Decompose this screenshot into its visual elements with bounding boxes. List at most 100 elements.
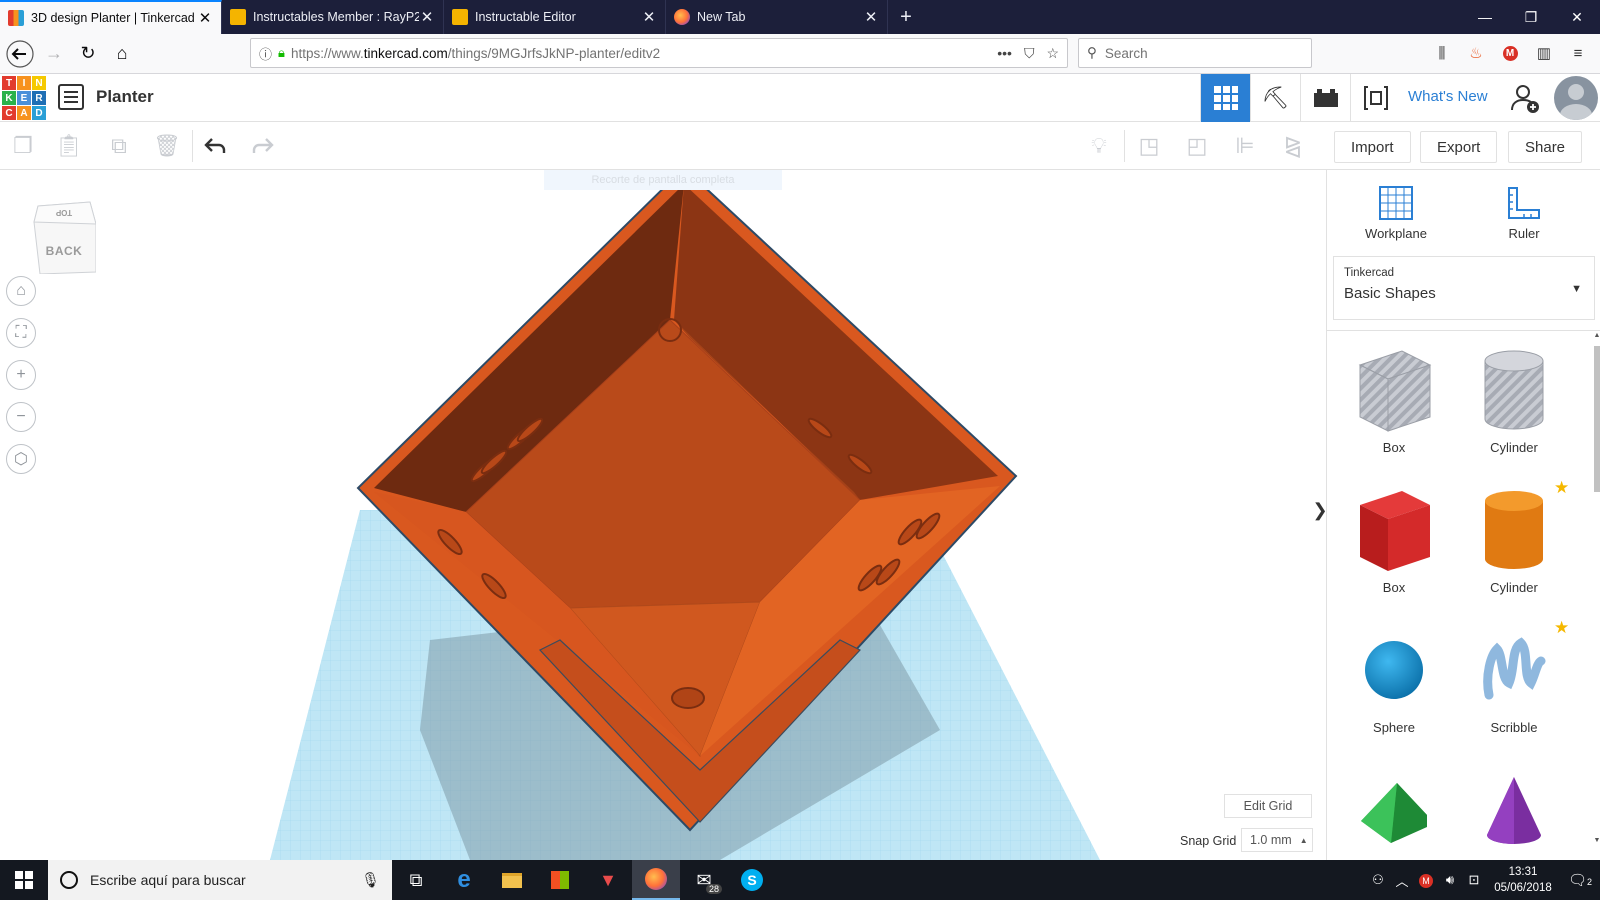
redo-icon[interactable] <box>240 122 286 170</box>
tab-tinkercad[interactable]: 3D design Planter | Tinkercad ✕ <box>0 0 222 34</box>
copy-icon[interactable]: ❐ <box>0 122 46 170</box>
paste-icon[interactable]: 📋︎ <box>46 122 92 170</box>
file-explorer-icon[interactable] <box>488 860 536 900</box>
tab-new-tab[interactable]: New Tab ✕ <box>666 0 888 34</box>
task-view-icon[interactable]: ⧉ <box>392 860 440 900</box>
scroll-up-arrow-icon[interactable]: ▲ <box>1593 332 1600 339</box>
share-button[interactable]: Share <box>1508 131 1583 163</box>
pocket-icon[interactable]: ⛉ <box>1024 45 1035 62</box>
scrollbar-thumb[interactable] <box>1594 346 1600 492</box>
ungroup-icon[interactable]: ◰ <box>1174 122 1220 170</box>
user-avatar[interactable] <box>1554 76 1598 120</box>
codeblocks-icon[interactable] <box>1350 74 1400 122</box>
network-icon[interactable]: ⊡ <box>1462 872 1486 888</box>
search-input[interactable]: ⚲ Search <box>1078 38 1312 68</box>
skype-icon[interactable]: S <box>728 860 776 900</box>
microphone-icon[interactable]: 🎙︎ <box>361 871 380 889</box>
show-hidden-icons-icon[interactable]: ︿ <box>1390 871 1414 890</box>
taskbar-search-input[interactable]: Escribe aquí para buscar 🎙︎ <box>48 860 392 900</box>
bookmark-star-icon[interactable]: ☆ <box>1046 45 1059 62</box>
export-button[interactable]: Export <box>1420 131 1498 163</box>
shape-library-select[interactable]: Tinkercad Basic Shapes ▼ <box>1333 256 1595 320</box>
design-list-menu-icon[interactable] <box>58 84 84 110</box>
favorite-star-icon[interactable]: ★ <box>1554 618 1569 638</box>
hamburger-menu-icon[interactable]: ≡ <box>1564 38 1592 68</box>
shape-cylinder-hole[interactable]: Cylinder <box>1459 340 1569 455</box>
reload-button[interactable]: ↻ <box>72 38 104 70</box>
gmail-extension-icon[interactable]: M <box>1496 38 1524 68</box>
delete-icon[interactable]: 🗑︎ <box>144 122 190 170</box>
start-button[interactable] <box>0 860 48 900</box>
back-button[interactable] <box>4 38 36 70</box>
mirror-icon[interactable]: ⧎ <box>1270 122 1316 170</box>
group-icon[interactable]: ◳ <box>1126 122 1172 170</box>
shapes-scrollbar[interactable]: ▲ ▼ <box>1593 330 1600 860</box>
panel-collapse-button[interactable]: ❯ <box>1310 488 1326 532</box>
align-icon[interactable]: ⊫ <box>1222 122 1268 170</box>
minimize-icon[interactable]: — <box>1462 0 1508 34</box>
duplicate-icon[interactable]: ⧉ <box>96 122 142 170</box>
close-tab-icon[interactable]: ✕ <box>197 9 213 27</box>
fit-view-button[interactable]: ⛶ <box>6 318 36 348</box>
forward-button[interactable]: → <box>38 38 70 70</box>
shape-box-hole[interactable]: Box <box>1339 340 1449 455</box>
restore-icon[interactable]: ❐ <box>1508 0 1554 34</box>
scroll-down-arrow-icon[interactable]: ▼ <box>1593 837 1600 844</box>
edge-browser-icon[interactable]: e <box>440 860 488 900</box>
sidebar-icon[interactable]: ▥ <box>1530 38 1558 68</box>
close-tab-icon[interactable]: ✕ <box>863 8 879 26</box>
firefox-taskbar-icon[interactable] <box>632 860 680 900</box>
info-icon[interactable]: ⓘ <box>259 44 272 63</box>
bricks-icon[interactable] <box>1300 74 1350 122</box>
favorite-star-icon[interactable]: ★ <box>1554 478 1569 498</box>
people-icon[interactable]: ⚇ <box>1366 872 1390 888</box>
new-tab-button[interactable]: + <box>888 0 924 34</box>
tinkercad-logo[interactable]: T I N K E R C A D <box>2 76 46 120</box>
ruler-button[interactable]: Ruler <box>1469 180 1579 241</box>
windows-taskbar: Escribe aquí para buscar 🎙︎ ⧉ e ▼ ✉ 28 S … <box>0 860 1600 900</box>
action-center-icon[interactable]: 🗨︎2 <box>1560 871 1600 889</box>
extension-fire-icon[interactable]: ♨ <box>1462 38 1490 68</box>
tab-instructables-member[interactable]: Instructables Member : RayP24 ✕ <box>222 0 444 34</box>
workplane-viewport[interactable]: Recorte de pantalla completa TOP BACK ⌂ … <box>0 170 1326 860</box>
tab-instructable-editor[interactable]: Instructable Editor ✕ <box>444 0 666 34</box>
undo-icon[interactable] <box>192 122 238 170</box>
ortho-view-button[interactable]: ⬡ <box>6 444 36 474</box>
edit-grid-button[interactable]: Edit Grid <box>1224 794 1312 818</box>
clock-date: 05/06/2018 <box>1494 882 1552 894</box>
url-bar[interactable]: ⓘ 🔒︎ https://www.tinkercad.com/things/9M… <box>250 38 1068 68</box>
whats-new-link[interactable]: What's New <box>1408 88 1488 105</box>
zoom-out-button[interactable]: − <box>6 402 36 432</box>
shape-cone[interactable] <box>1459 760 1569 860</box>
popcorn-app-icon[interactable]: ▼ <box>584 860 632 900</box>
workplane-scene[interactable] <box>0 170 1326 860</box>
3d-view-grid-icon[interactable] <box>1200 74 1250 122</box>
home-button[interactable]: ⌂ <box>106 38 138 70</box>
import-button[interactable]: Import <box>1334 131 1411 163</box>
volume-icon[interactable]: 🔊︎ <box>1438 872 1462 888</box>
workplane-button[interactable]: Workplane <box>1341 180 1451 241</box>
close-tab-icon[interactable]: ✕ <box>641 8 657 26</box>
snap-grid-select[interactable]: 1.0 mm ▲ <box>1241 828 1313 852</box>
shape-box[interactable]: Box <box>1339 480 1449 595</box>
shape-roof[interactable] <box>1339 760 1449 860</box>
gmail-tray-icon[interactable]: M <box>1414 872 1438 888</box>
logo-letter: C <box>2 106 16 120</box>
shape-sphere[interactable]: Sphere <box>1339 620 1449 735</box>
design-title[interactable]: Planter <box>96 87 154 107</box>
clock[interactable]: 13:31 05/06/2018 <box>1486 864 1560 896</box>
home-view-button[interactable]: ⌂ <box>6 276 36 306</box>
close-window-icon[interactable]: ✕ <box>1554 0 1600 34</box>
view-cube[interactable]: TOP BACK <box>32 198 96 274</box>
page-actions-icon[interactable]: ••• <box>997 45 1012 61</box>
shape-scribble[interactable]: Scribble <box>1459 620 1569 735</box>
notes-lightbulb-icon[interactable]: 💡︎ <box>1076 122 1122 170</box>
library-icon[interactable]: ⫼ <box>1428 38 1456 68</box>
mail-icon[interactable]: ✉ 28 <box>680 860 728 900</box>
zoom-in-button[interactable]: + <box>6 360 36 390</box>
blocks-pickaxe-icon[interactable]: ⛏ <box>1250 74 1300 122</box>
store-icon[interactable] <box>536 860 584 900</box>
shape-cylinder[interactable]: Cylinder <box>1459 480 1569 595</box>
close-tab-icon[interactable]: ✕ <box>419 8 435 26</box>
invite-user-icon[interactable] <box>1510 82 1540 114</box>
